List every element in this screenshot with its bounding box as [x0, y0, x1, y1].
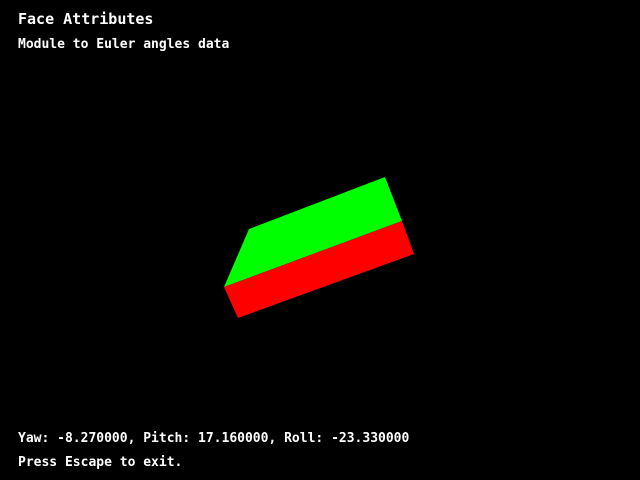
euler-angles-readout: Yaw: -8.270000, Pitch: 17.160000, Roll: … [18, 431, 410, 446]
head-pose-box-render [224, 177, 414, 318]
exit-instruction: Press Escape to exit. [18, 455, 183, 470]
